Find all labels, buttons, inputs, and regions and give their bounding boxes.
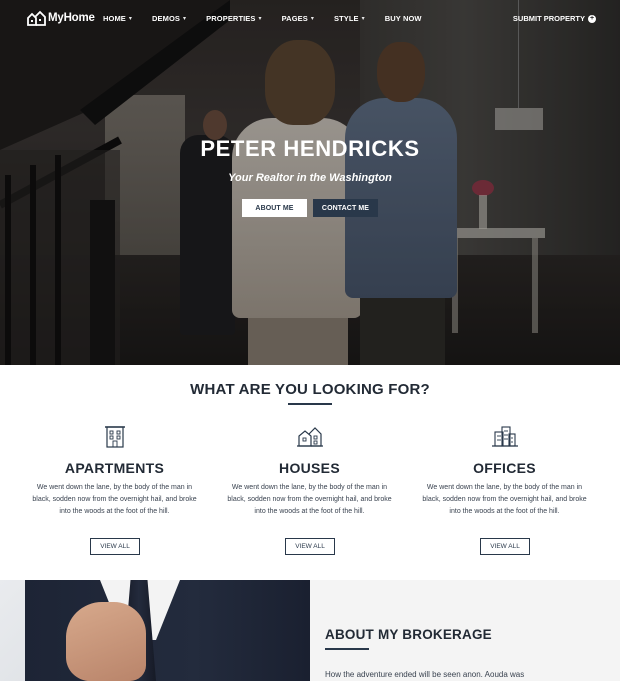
hand bbox=[66, 602, 146, 681]
nav-item-demos[interactable]: DEMOS ▾ bbox=[152, 14, 186, 23]
section-divider bbox=[288, 403, 332, 405]
nav-item-label: DEMOS bbox=[152, 14, 181, 23]
top-navigation: MyHome HOME ▾ DEMOS ▾ PROPERTIES ▾ PAGES ▾ S… bbox=[0, 0, 620, 40]
houses-icon bbox=[222, 424, 397, 448]
main-menu: HOME ▾ DEMOS ▾ PROPERTIES ▾ PAGES ▾ STYLE ▾ B… bbox=[103, 14, 442, 23]
category-houses: HOUSES We went down the lane, by the bod… bbox=[222, 424, 397, 555]
site-logo[interactable]: MyHome bbox=[26, 9, 95, 27]
category-title: APARTMENTS bbox=[64, 460, 165, 476]
category-description: We went down the lane, by the body of th… bbox=[32, 484, 197, 515]
plus-circle-icon: + bbox=[588, 14, 596, 23]
hero-subtitle: Your Realtor in the Washington bbox=[228, 172, 392, 184]
view-all-houses-button[interactable]: VIEW ALL bbox=[285, 538, 335, 555]
brokerage-text: How the adventure ended will be seen ano… bbox=[325, 670, 525, 679]
category-offices: OFFICES We went down the lane, by the bo… bbox=[417, 424, 592, 555]
apartment-building-icon bbox=[27, 424, 202, 448]
logo-house-icon bbox=[27, 10, 46, 26]
nav-item-buy-now[interactable]: BUY NOW bbox=[385, 14, 422, 23]
brokerage-photo bbox=[0, 580, 310, 681]
brokerage-title: ABOUT MY BROKERAGE bbox=[325, 627, 492, 642]
office-buildings-icon bbox=[417, 424, 592, 448]
nav-item-label: PAGES bbox=[281, 14, 308, 23]
brand-name: MyHome bbox=[48, 12, 95, 24]
category-description: We went down the lane, by the body of th… bbox=[227, 484, 392, 515]
nav-item-style[interactable]: STYLE ▾ bbox=[334, 14, 365, 23]
section-title-looking-for: WHAT ARE YOU LOOKING FOR? bbox=[190, 381, 430, 398]
nav-item-label: PROPERTIES bbox=[206, 14, 256, 23]
view-all-offices-button[interactable]: VIEW ALL bbox=[480, 538, 530, 555]
nav-item-label: STYLE bbox=[333, 14, 359, 23]
category-apartments: APARTMENTS We went down the lane, by the… bbox=[27, 424, 202, 555]
view-all-apartments-button[interactable]: VIEW ALL bbox=[90, 538, 140, 555]
nav-item-home[interactable]: HOME ▾ bbox=[103, 14, 132, 23]
nav-item-label: HOME bbox=[103, 14, 126, 23]
nav-item-label: BUY NOW bbox=[384, 14, 422, 23]
category-description: We went down the lane, by the body of th… bbox=[422, 484, 587, 515]
nav-item-properties[interactable]: PROPERTIES ▾ bbox=[206, 14, 261, 23]
chevron-down-icon: ▾ bbox=[183, 16, 187, 22]
chevron-down-icon: ▾ bbox=[258, 16, 262, 22]
category-title: OFFICES bbox=[473, 460, 536, 476]
chevron-down-icon: ▾ bbox=[361, 16, 365, 22]
chevron-down-icon: ▾ bbox=[310, 16, 314, 22]
contact-me-button[interactable]: CONTACT ME bbox=[313, 199, 378, 217]
nav-item-pages[interactable]: PAGES ▾ bbox=[282, 14, 314, 23]
hero-title: PETER HENDRICKS bbox=[200, 136, 420, 161]
brokerage-divider bbox=[325, 648, 369, 650]
chevron-down-icon: ▾ bbox=[128, 16, 133, 22]
category-title: HOUSES bbox=[279, 460, 340, 476]
submit-property-link[interactable]: SUBMIT PROPERTY + bbox=[513, 14, 596, 23]
about-me-button[interactable]: ABOUT ME bbox=[242, 199, 307, 217]
submit-property-label: SUBMIT PROPERTY bbox=[512, 14, 585, 23]
